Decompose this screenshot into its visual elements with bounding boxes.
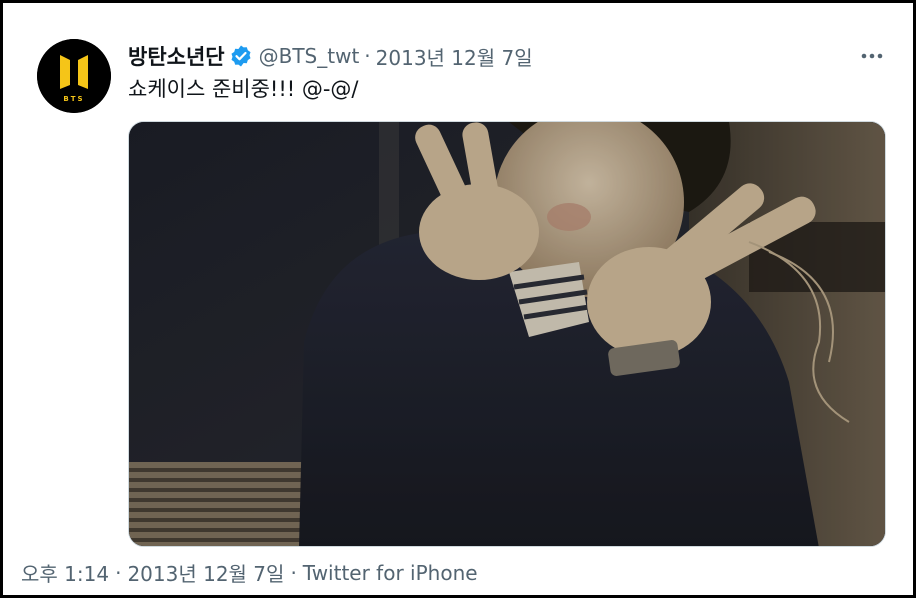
photo-image bbox=[129, 122, 885, 546]
display-name[interactable]: 방탄소년단 bbox=[128, 41, 225, 71]
tweet-header: 방탄소년단 @BTS_twt · 2013년 12월 7일 bbox=[128, 41, 533, 71]
footer-time[interactable]: 오후 1:14 bbox=[21, 558, 109, 587]
verified-badge-icon bbox=[229, 44, 253, 68]
tweet-footer: 오후 1:14 · 2013년 12월 7일 · Twitter for iPh… bbox=[21, 558, 478, 587]
avatar[interactable]: BTS bbox=[37, 39, 111, 113]
tweet-card: BTS 방탄소년단 @BTS_twt · 2013년 12월 7일 쇼케이스 준… bbox=[0, 0, 916, 598]
footer-separator: · bbox=[115, 560, 122, 585]
user-handle[interactable]: @BTS_twt bbox=[259, 44, 360, 68]
tweet-photo[interactable] bbox=[128, 121, 886, 547]
avatar-logo-text: BTS bbox=[63, 95, 84, 103]
more-horizontal-icon bbox=[861, 53, 883, 59]
more-button[interactable] bbox=[855, 43, 889, 69]
tweet-text: 쇼케이스 준비중!!! @-@/ bbox=[128, 77, 359, 101]
footer-separator: · bbox=[290, 560, 297, 585]
tweet-source-link[interactable]: Twitter for iPhone bbox=[303, 561, 478, 585]
header-separator: · bbox=[364, 44, 371, 68]
footer-date[interactable]: 2013년 12월 7일 bbox=[127, 558, 284, 587]
tweet-date[interactable]: 2013년 12월 7일 bbox=[376, 42, 533, 71]
bts-logo-icon: BTS bbox=[37, 39, 111, 113]
